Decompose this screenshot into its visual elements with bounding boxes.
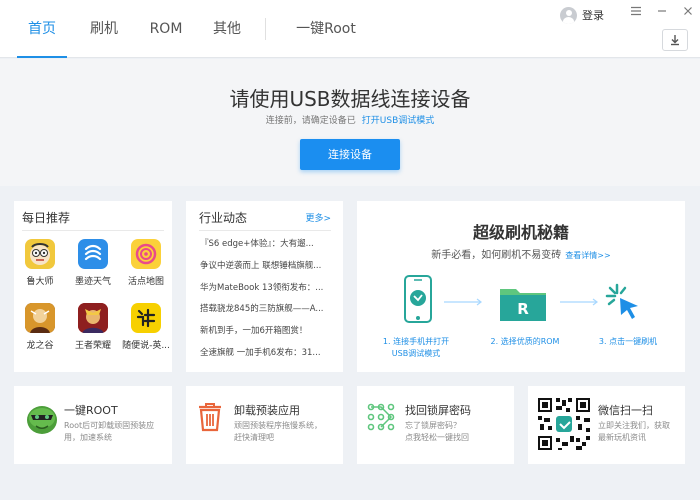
top-bar: 首页 刷机 ROM 其他 一键Root 登录 xyxy=(0,0,700,58)
daily-recommend-title: 每日推荐 xyxy=(22,211,71,225)
step-2-label: 2. 选择优质的ROM xyxy=(475,336,575,348)
app-dragon-nest[interactable]: 龙之谷 xyxy=(14,303,66,351)
flash-guide-detail-link[interactable]: 查看详情>> xyxy=(565,251,610,260)
app-label: 活点地图 xyxy=(127,277,164,287)
tool-desc: 忘了锁屏密码？ 点我轻松一键找回 xyxy=(405,421,469,442)
hero-title: 请使用USB数据线连接设备 xyxy=(229,87,471,111)
download-icon xyxy=(671,35,679,46)
moji-weather-icon xyxy=(78,239,108,269)
step-3-text: 3. 点击一键刷机 xyxy=(598,337,658,346)
tool-card-wechat[interactable]: 微信扫一扫 立即关注我们，获取 最新玩机资讯 xyxy=(528,386,685,464)
hero-subtitle: 连接前，请确定设备已 打开USB调试模式 xyxy=(0,113,700,126)
download-button[interactable] xyxy=(662,29,688,51)
app-huodian-map[interactable]: 活点地图 xyxy=(120,239,172,287)
step-3-label: 3. 点击一键刷机 xyxy=(583,336,673,348)
huodian-map-icon xyxy=(131,239,161,269)
tool-card-uninstall[interactable]: 卸载预装应用 顽固预装程序拖慢系统， 赶快清理吧 xyxy=(186,386,343,464)
news-item[interactable]: 华为MateBook 13领衔发布：... xyxy=(200,281,340,293)
card-divider xyxy=(199,230,331,231)
step-2-text: 2. 选择优质的ROM xyxy=(490,337,560,346)
app-honor-of-kings[interactable]: 王者荣耀 xyxy=(67,303,119,351)
login-label: 登录 xyxy=(582,9,604,22)
login-button[interactable]: 登录 xyxy=(560,5,604,25)
ludashi-icon xyxy=(25,239,55,269)
step-1-text: 1. 连接手机并打开 USB调试模式 xyxy=(382,337,450,358)
flash-guide-title: 超级刷机秘籍 xyxy=(472,223,569,242)
news-item[interactable]: 新机到手，一加6开箱图赏！ xyxy=(200,324,340,336)
news-item[interactable]: 搭载骁龙845的三防旗舰——A... xyxy=(200,302,340,314)
phone-shield-icon xyxy=(404,275,432,323)
trash-icon xyxy=(199,403,221,432)
pattern-lock-icon xyxy=(367,403,395,431)
click-cursor-icon xyxy=(605,283,638,319)
close-icon[interactable] xyxy=(680,5,696,21)
connect-device-button[interactable]: 连接设备 xyxy=(300,139,400,170)
app-label: 王者荣耀 xyxy=(74,341,111,351)
tool-name: 微信扫一扫 xyxy=(598,404,653,417)
arrow-right-icon xyxy=(444,298,482,306)
app-label: 鲁大师 xyxy=(26,277,54,287)
tool-desc: 立即关注我们，获取 最新玩机资讯 xyxy=(598,421,670,442)
tab-flash[interactable]: 刷机 xyxy=(82,0,126,58)
app-label: 龙之谷 xyxy=(26,341,54,351)
nav-divider xyxy=(265,18,266,40)
tool-desc: 顽固预装程序拖慢系统， 赶快清理吧 xyxy=(234,421,322,442)
user-avatar-icon xyxy=(560,6,577,24)
tool-name: 找回锁屏密码 xyxy=(405,404,471,417)
news-item[interactable]: 『S6 edge+体验』：大有遛... xyxy=(200,237,340,249)
hamburger-icon[interactable] xyxy=(628,5,644,21)
tab-home[interactable]: 首页 xyxy=(17,0,67,58)
honor-of-kings-icon xyxy=(78,303,108,333)
app-label: 随便说-英... xyxy=(122,341,170,351)
flash-guide-subtitle-text: 新手必看，如何刷机不易变砖 xyxy=(431,250,562,261)
minimize-icon[interactable] xyxy=(654,5,670,21)
connect-hero: 请使用USB数据线连接设备 连接前，请确定设备已 打开USB调试模式 连接设备 xyxy=(0,59,700,186)
flash-guide-card: 超级刷机秘籍 新手必看，如何刷机不易变砖 查看详情>> R 1. 连接手机并打开 … xyxy=(357,201,685,372)
tab-rom[interactable]: ROM xyxy=(143,0,189,58)
hero-subtitle-text: 连接前，请确定设备已 xyxy=(265,116,356,126)
root-icon xyxy=(27,406,57,434)
news-item[interactable]: 全速旗舰 一加手机6发布：31... xyxy=(200,346,340,358)
industry-news-title: 行业动态 xyxy=(199,211,248,225)
news-more-link[interactable]: 更多> xyxy=(305,211,331,224)
tool-name: 一键ROOT xyxy=(64,404,118,417)
qr-code-icon xyxy=(536,396,592,452)
app-suibianshuo[interactable]: 随便说-英... xyxy=(120,303,172,351)
tool-desc: Root后可卸载顽固预装应 用，加速系统 xyxy=(64,421,155,442)
arrow-right-icon xyxy=(560,298,598,306)
card-divider xyxy=(22,230,164,231)
svg-text:R: R xyxy=(517,300,529,318)
dragon-nest-icon xyxy=(25,303,55,333)
flash-guide-subtitle: 新手必看，如何刷机不易变砖 查看详情>> xyxy=(357,246,685,261)
tool-name: 卸载预装应用 xyxy=(234,404,300,417)
tab-one-key-root[interactable]: 一键Root xyxy=(290,0,362,58)
usb-debug-link[interactable]: 打开USB调试模式 xyxy=(362,116,434,126)
app-label: 墨迹天气 xyxy=(74,277,111,287)
industry-news-card: 行业动态 更多> 『S6 edge+体验』：大有遛... 争议中逆袭而上 联想锤… xyxy=(186,201,343,372)
tab-other[interactable]: 其他 xyxy=(206,0,248,58)
rom-folder-icon: R xyxy=(500,289,546,321)
suibianshuo-icon xyxy=(131,303,161,333)
step-1-label: 1. 连接手机并打开 USB调试模式 xyxy=(371,336,461,360)
tool-card-root[interactable]: 一键ROOT Root后可卸载顽固预装应 用，加速系统 xyxy=(14,386,172,464)
app-ludashi[interactable]: 鲁大师 xyxy=(14,239,66,287)
tool-card-unlock[interactable]: 找回锁屏密码 忘了锁屏密码？ 点我轻松一键找回 xyxy=(357,386,514,464)
app-moji-weather[interactable]: 墨迹天气 xyxy=(67,239,119,287)
news-item[interactable]: 争议中逆袭而上 联想锤档旗舰... xyxy=(200,259,340,271)
daily-recommend-card: 每日推荐 鲁大师 墨迹天气 活点地图 龙之谷 王者荣耀 随便说-英... xyxy=(14,201,172,372)
